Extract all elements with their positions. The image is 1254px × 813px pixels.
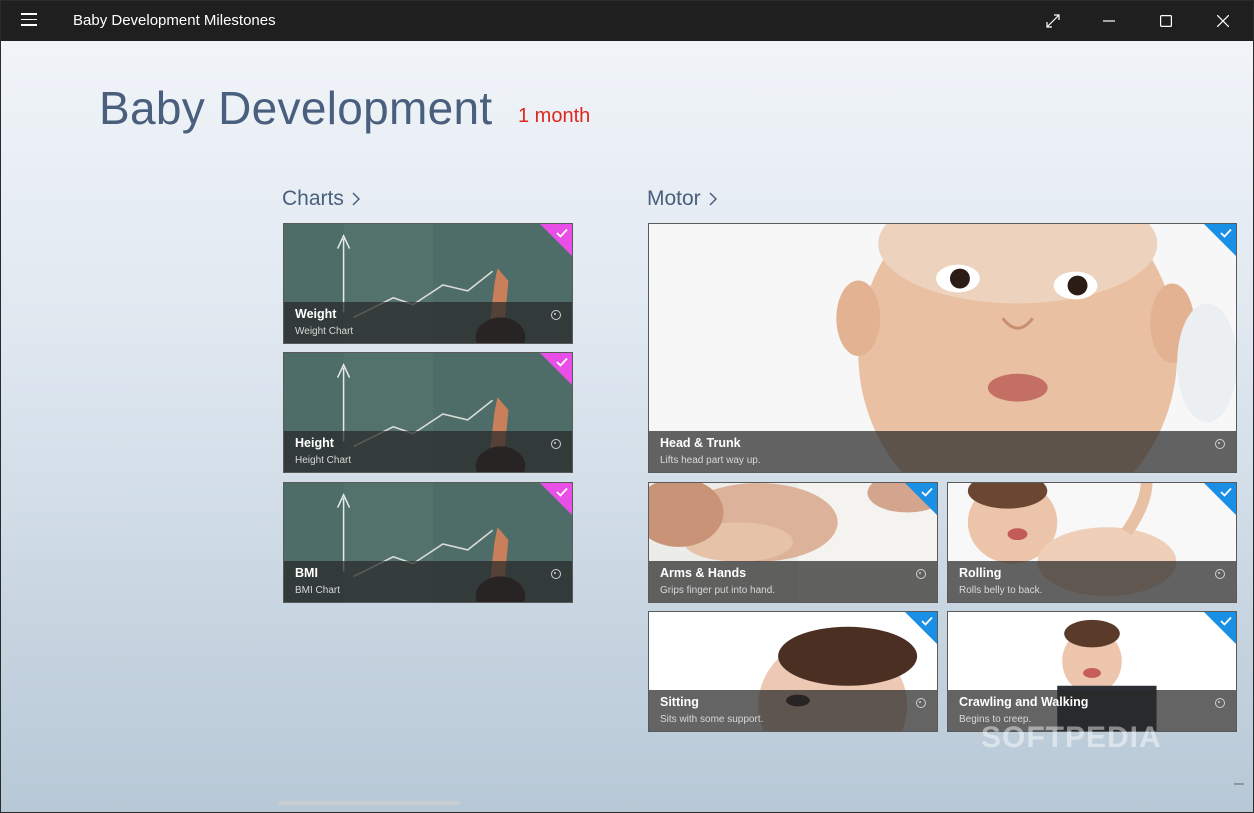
info-icon: [1215, 439, 1225, 449]
tile-caption: Sitting Sits with some support.: [649, 690, 937, 731]
tile-title: Weight: [295, 307, 337, 321]
info-icon: [916, 569, 926, 579]
tile-subtitle: Grips finger put into hand.: [660, 585, 776, 596]
chart-tile-weight[interactable]: Weight Weight Chart: [283, 223, 573, 344]
info-icon: [551, 310, 561, 320]
maximize-button[interactable]: [1138, 1, 1194, 41]
tile-subtitle: Height Chart: [295, 455, 352, 466]
zoom-out-icon[interactable]: [1234, 783, 1244, 785]
checkmark-icon: [1220, 487, 1232, 497]
close-icon: [1217, 15, 1229, 27]
fullscreen-button[interactable]: [1025, 1, 1081, 41]
tile-subtitle: BMI Chart: [295, 585, 341, 596]
minimize-button[interactable]: [1081, 1, 1137, 41]
app-title: Baby Development Milestones: [73, 12, 276, 29]
horizontal-scrollbar[interactable]: [278, 801, 460, 805]
title-bar: Baby Development Milestones: [1, 1, 1253, 41]
info-icon: [551, 439, 561, 449]
tile-title: BMI: [295, 566, 318, 580]
chevron-right-icon: [352, 192, 360, 206]
app-window: Baby Development Milestones Baby Develop…: [1, 1, 1253, 812]
checkmark-icon: [1220, 228, 1232, 238]
checkmark-icon: [1220, 616, 1232, 626]
chevron-right-icon: [709, 192, 717, 206]
motor-tile-arms-hands[interactable]: Arms & Hands Grips finger put into hand.: [648, 482, 938, 603]
page-title: Baby Development: [99, 82, 493, 134]
tile-subtitle: Sits with some support.: [660, 714, 764, 725]
motor-tile-crawling-walking[interactable]: Crawling and Walking Begins to creep.: [947, 611, 1237, 732]
checkmark-icon: [921, 616, 933, 626]
tile-caption: Head & Trunk Lifts head part way up.: [649, 431, 1236, 472]
chart-tile-height[interactable]: Height Height Chart: [283, 352, 573, 473]
charts-section-header[interactable]: Charts: [282, 187, 360, 211]
info-icon: [1215, 698, 1225, 708]
watermark: SOFTPEDIA: [981, 721, 1162, 754]
tile-caption: Height Height Chart: [284, 431, 572, 472]
tile-caption: Weight Weight Chart: [284, 302, 572, 343]
tile-title: Head & Trunk: [660, 436, 741, 450]
tile-title: Rolling: [959, 566, 1002, 580]
tile-title: Sitting: [660, 695, 699, 709]
checkmark-icon: [556, 487, 568, 497]
info-icon: [916, 698, 926, 708]
motor-tile-sitting[interactable]: Sitting Sits with some support.: [648, 611, 938, 732]
info-icon: [1215, 569, 1225, 579]
hamburger-menu-icon[interactable]: [21, 13, 37, 27]
tile-subtitle: Rolls belly to back.: [959, 585, 1043, 596]
motor-section-label: Motor: [647, 187, 701, 210]
close-button[interactable]: [1195, 1, 1251, 41]
charts-section-label: Charts: [282, 187, 344, 210]
tile-title: Arms & Hands: [660, 566, 747, 580]
tile-title: Height: [295, 436, 334, 450]
motor-tile-rolling[interactable]: Rolling Rolls belly to back.: [947, 482, 1237, 603]
tile-caption: BMI BMI Chart: [284, 561, 572, 602]
tile-caption: Arms & Hands Grips finger put into hand.: [649, 561, 937, 602]
age-label[interactable]: 1 month: [518, 105, 590, 128]
checkmark-icon: [921, 487, 933, 497]
tile-title: Crawling and Walking: [959, 695, 1089, 709]
chart-tile-bmi[interactable]: BMI BMI Chart: [283, 482, 573, 603]
tile-caption: Rolling Rolls belly to back.: [948, 561, 1236, 602]
tile-subtitle: Lifts head part way up.: [660, 455, 761, 466]
motor-section-header[interactable]: Motor: [647, 187, 717, 211]
checkmark-icon: [556, 357, 568, 367]
fullscreen-icon: [1046, 14, 1060, 28]
tile-subtitle: Weight Chart: [295, 326, 354, 337]
info-icon: [551, 569, 561, 579]
maximize-icon: [1160, 15, 1172, 27]
motor-tile-head-trunk[interactable]: Head & Trunk Lifts head part way up.: [648, 223, 1237, 473]
checkmark-icon: [556, 228, 568, 238]
minimize-icon: [1103, 20, 1115, 22]
